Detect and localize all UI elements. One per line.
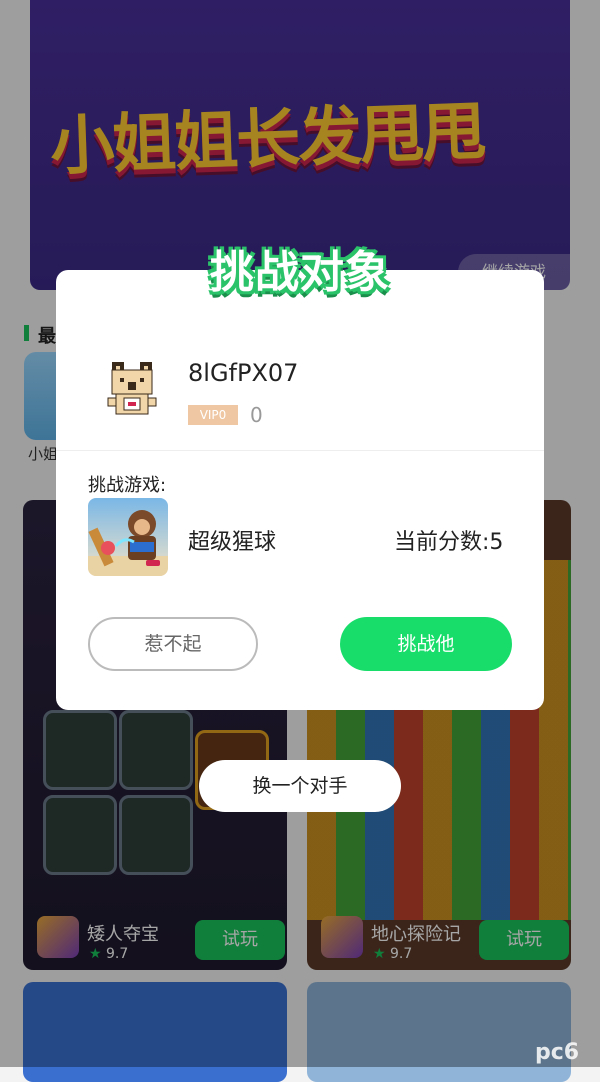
monkey-game-art <box>88 510 168 576</box>
dialog-title: 挑战对象 <box>210 247 390 298</box>
challenge-game-name: 超级猩球 <box>188 530 277 555</box>
vip-score: 0 <box>250 403 263 427</box>
current-score: 当前分数:5 <box>394 530 504 555</box>
pixel-bear-avatar <box>107 362 157 415</box>
decline-button[interactable]: 惹不起 <box>88 617 258 671</box>
super-ape-ball-icon <box>88 498 168 576</box>
divider <box>56 450 544 451</box>
switch-opponent-button[interactable]: 换一个对手 <box>199 760 401 812</box>
opponent-username: 8lGfPX07 <box>188 359 299 387</box>
challenge-game-label: 挑战游戏: <box>88 475 167 496</box>
challenge-button[interactable]: 挑战他 <box>340 617 512 671</box>
vip-badge: VIP0 <box>188 405 238 425</box>
watermark: pc6 <box>535 1040 580 1065</box>
